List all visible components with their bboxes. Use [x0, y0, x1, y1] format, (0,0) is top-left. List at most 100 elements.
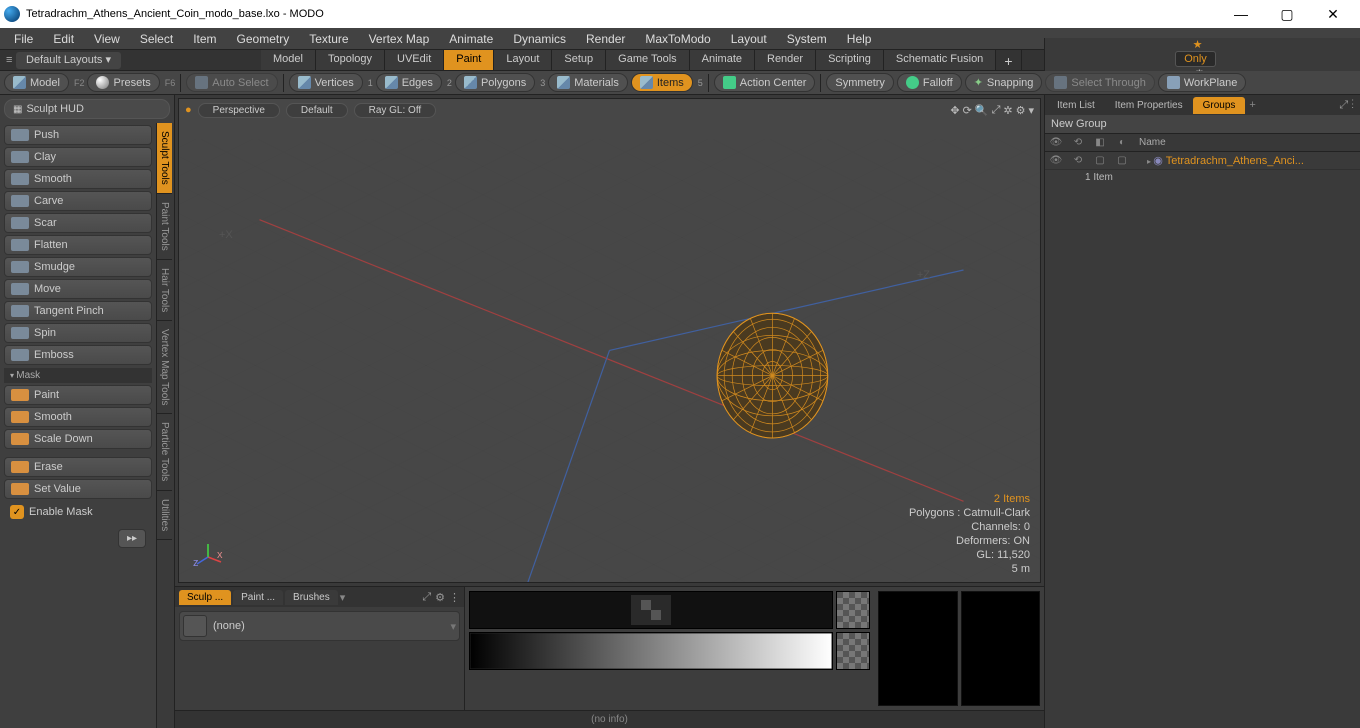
expand-right-panel-icon[interactable]: ⤢ ⋮	[1335, 99, 1358, 112]
menu-item[interactable]: Item	[183, 29, 226, 49]
close-button[interactable]: ✕	[1310, 0, 1356, 28]
item-visibility-icon[interactable]: 👁	[1045, 155, 1067, 166]
view-gear-icon[interactable]: ⚙	[1016, 104, 1026, 117]
layout-tab-uvedit[interactable]: UVEdit	[385, 50, 444, 70]
vtab-paint-tools[interactable]: Paint Tools	[157, 194, 172, 260]
menu-layout[interactable]: Layout	[721, 29, 777, 49]
group-header[interactable]: New Group	[1045, 115, 1360, 134]
tool-set-value[interactable]: Set Value	[4, 479, 152, 499]
add-tab-icon[interactable]: +	[1245, 99, 1259, 111]
vtab-utilities[interactable]: Utilities	[157, 491, 172, 540]
tool-smooth[interactable]: Smooth	[4, 169, 152, 189]
tab-item-list[interactable]: Item List	[1047, 97, 1105, 114]
enable-mask-checkbox[interactable]: ✓	[10, 505, 24, 519]
layout-tab-layout[interactable]: Layout	[494, 50, 552, 70]
tool-scar[interactable]: Scar	[4, 213, 152, 233]
tool-erase[interactable]: Erase	[4, 457, 152, 477]
collapse-button[interactable]: ▸▸	[118, 529, 146, 548]
panel-menu-icon[interactable]: ⋮	[449, 591, 460, 604]
viewport-menu-icon[interactable]: ●	[185, 104, 192, 116]
menu-edit[interactable]: Edit	[43, 29, 84, 49]
menu-vertex-map[interactable]: Vertex Map	[359, 29, 440, 49]
rotate-view-icon[interactable]: ⟳	[963, 104, 972, 117]
fit-view-icon[interactable]: ⤢	[992, 104, 1001, 117]
vtab-sculpt-tools[interactable]: Sculpt Tools	[157, 123, 172, 194]
layout-tab-render[interactable]: Render	[755, 50, 816, 70]
item-box2-icon[interactable]: ▢	[1111, 155, 1133, 166]
layout-tab-model[interactable]: Model	[261, 50, 316, 70]
tool-spin[interactable]: Spin	[4, 323, 152, 343]
action-center-button[interactable]: Action Center	[714, 73, 816, 92]
preview-swatch-2[interactable]	[961, 591, 1041, 706]
layout-tab-schematic-fusion[interactable]: Schematic Fusion	[884, 50, 996, 70]
brush-preset-dropdown[interactable]: (none) ▾	[179, 611, 460, 641]
sculpt-hud-button[interactable]: Sculpt HUD	[4, 99, 170, 119]
item-box-icon[interactable]: ▢	[1089, 155, 1111, 166]
zoom-view-icon[interactable]: 🔍	[975, 104, 989, 117]
raygl-dropdown[interactable]: Ray GL: Off	[354, 103, 437, 118]
tab-groups[interactable]: Groups	[1193, 97, 1246, 114]
preview-swatch-1[interactable]	[878, 591, 958, 706]
polygons-button[interactable]: Polygons	[455, 73, 535, 92]
viewport[interactable]: ● Perspective Default Ray GL: Off ✥ ⟳ 🔍 …	[178, 98, 1041, 583]
menu-system[interactable]: System	[777, 29, 837, 49]
tab-paint[interactable]: Paint ...	[233, 590, 283, 605]
col-name-header[interactable]: Name	[1133, 137, 1360, 148]
items-button[interactable]: Items	[631, 73, 693, 92]
menu-maxtomodo[interactable]: MaxToModo	[635, 29, 720, 49]
menu-texture[interactable]: Texture	[299, 29, 358, 49]
axis-gizmo[interactable]: x z	[193, 542, 223, 572]
snapping-button[interactable]: ✦Snapping	[965, 73, 1043, 92]
shade-mode-dropdown[interactable]: Default	[286, 103, 348, 118]
col-lock-icon[interactable]: ◧	[1089, 137, 1111, 148]
minimize-button[interactable]: —	[1218, 0, 1264, 28]
col-link-icon[interactable]: ⟲	[1067, 137, 1089, 148]
tool-move[interactable]: Move	[4, 279, 152, 299]
presets-button[interactable]: Presets	[87, 73, 159, 92]
maximize-button[interactable]: ▢	[1264, 0, 1310, 28]
menu-help[interactable]: Help	[837, 29, 882, 49]
add-layout-tab[interactable]: +	[996, 50, 1021, 70]
layout-tab-game-tools[interactable]: Game Tools	[606, 50, 690, 70]
view-dropdown-icon[interactable]: ▾	[1028, 104, 1034, 117]
tool-flatten[interactable]: Flatten	[4, 235, 152, 255]
tool-scale-down[interactable]: Scale Down	[4, 429, 152, 449]
tool-push[interactable]: Push	[4, 125, 152, 145]
view-mode-dropdown[interactable]: Perspective	[198, 103, 280, 118]
tab-sculpt[interactable]: Sculp ...	[179, 590, 231, 605]
alpha-swatch[interactable]	[836, 591, 870, 629]
menu-dynamics[interactable]: Dynamics	[503, 29, 576, 49]
falloff-button[interactable]: Falloff	[897, 73, 962, 92]
vtab-hair-tools[interactable]: Hair Tools	[157, 260, 172, 321]
menu-view[interactable]: View	[84, 29, 130, 49]
move-view-icon[interactable]: ✥	[950, 104, 959, 117]
item-name[interactable]: ◉ Tetradrachm_Athens_Anci...	[1133, 154, 1360, 167]
col-select-icon[interactable]: ◐	[1111, 137, 1133, 148]
layout-label[interactable]: Default Layouts ▾	[16, 52, 121, 69]
workplane-button[interactable]: WorkPlane	[1158, 73, 1247, 92]
tool-emboss[interactable]: Emboss	[4, 345, 152, 365]
materials-button[interactable]: Materials	[548, 73, 628, 92]
vertices-button[interactable]: Vertices	[289, 73, 363, 92]
item-link-icon[interactable]: ⟲	[1067, 155, 1089, 166]
gradient-ramp[interactable]	[469, 632, 833, 670]
mask-section-header[interactable]: Mask	[4, 368, 152, 383]
expand-panel-icon[interactable]: ⤢	[422, 591, 431, 604]
group-item-row[interactable]: 👁 ⟲ ▢ ▢ ◉ Tetradrachm_Athens_Anci...	[1045, 152, 1360, 170]
tool-carve[interactable]: Carve	[4, 191, 152, 211]
menu-select[interactable]: Select	[130, 29, 183, 49]
tool-paint[interactable]: Paint	[4, 385, 152, 405]
tool-tangent-pinch[interactable]: Tangent Pinch	[4, 301, 152, 321]
select-through-button[interactable]: Select Through	[1045, 73, 1154, 92]
vtab-vertex-map-tools[interactable]: Vertex Map Tools	[157, 321, 172, 415]
gradient-swatch[interactable]	[836, 632, 870, 670]
tool-smooth[interactable]: Smooth	[4, 407, 152, 427]
menu-file[interactable]: File	[4, 29, 43, 49]
menu-geometry[interactable]: Geometry	[227, 29, 300, 49]
tab-item-properties[interactable]: Item Properties	[1105, 97, 1193, 114]
symmetry-button[interactable]: Symmetry	[826, 73, 894, 92]
tab-brushes[interactable]: Brushes	[285, 590, 338, 605]
tool-smudge[interactable]: Smudge	[4, 257, 152, 277]
tool-clay[interactable]: Clay	[4, 147, 152, 167]
layout-tab-scripting[interactable]: Scripting	[816, 50, 884, 70]
